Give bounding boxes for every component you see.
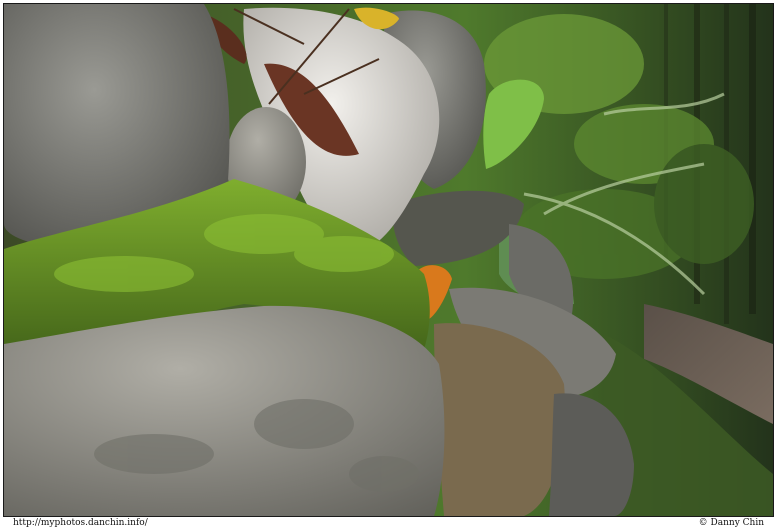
photograph bbox=[3, 3, 774, 517]
caption-bar: http://myphotos.danchin.info/ © Danny Ch… bbox=[3, 517, 774, 529]
photo-scene bbox=[4, 4, 773, 516]
photo-frame: http://myphotos.danchin.info/ © Danny Ch… bbox=[0, 0, 777, 532]
copyright-notice: © Danny Chin bbox=[698, 518, 764, 528]
photographer-url[interactable]: http://myphotos.danchin.info/ bbox=[13, 517, 148, 529]
